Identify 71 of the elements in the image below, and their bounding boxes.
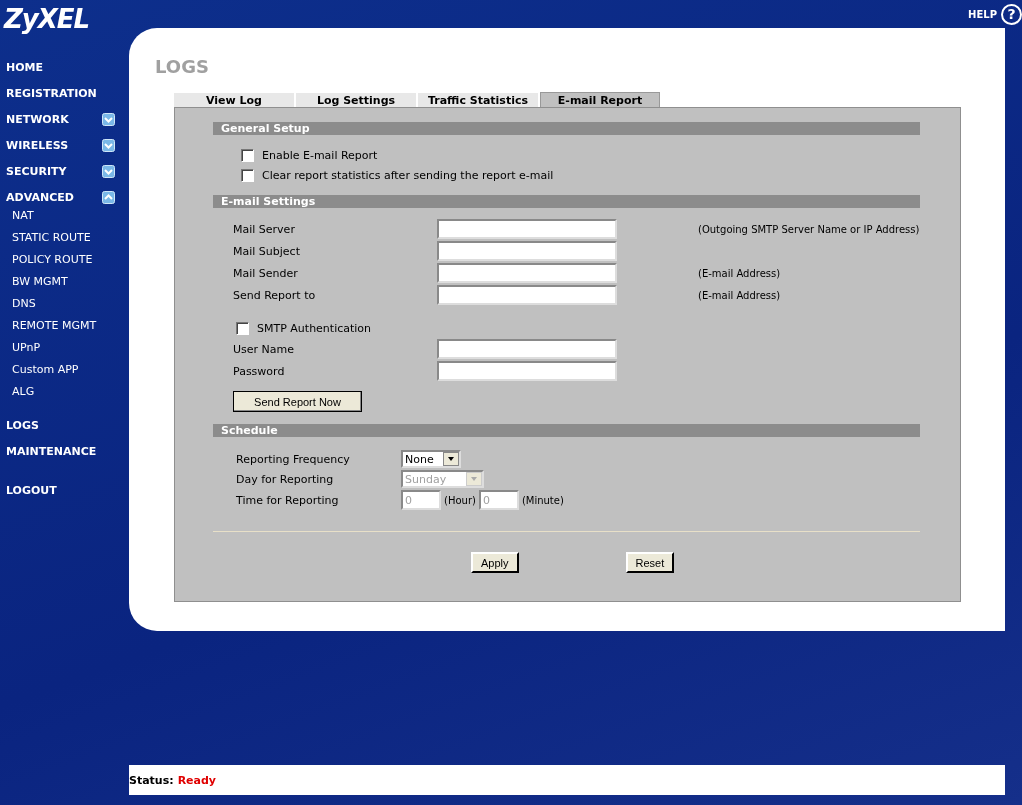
section-header: Schedule — [213, 424, 920, 437]
section-header: General Setup — [213, 122, 920, 135]
nav-label: WIRELESS — [6, 138, 69, 152]
expand-caret-icon[interactable] — [102, 164, 115, 178]
nav-item[interactable]: SECURITY — [0, 158, 129, 184]
field-label: Reporting Frequency — [236, 452, 351, 466]
nav-label: HOME — [6, 60, 44, 74]
field-label: Mail Subject — [233, 244, 301, 258]
field-hint: (E-mail Address) — [698, 267, 782, 279]
input-field[interactable] — [437, 339, 617, 359]
help-link[interactable]: HELP ? — [968, 3, 1022, 25]
checkbox[interactable] — [241, 168, 254, 182]
nav-subitem[interactable]: UPnP — [0, 337, 45, 359]
field-label: Mail Sender — [233, 266, 299, 280]
checkbox-label: SMTP Authentication — [257, 321, 372, 335]
tab[interactable]: E-mail Report — [540, 92, 660, 107]
field-label: Password — [233, 364, 286, 378]
field-label: Time for Reporting — [236, 493, 340, 507]
nav-item[interactable]: REGISTRATION — [0, 80, 129, 106]
nav-label: ADVANCED — [6, 190, 74, 204]
tab[interactable]: View Log — [174, 92, 294, 107]
nav-label: REGISTRATION — [6, 86, 97, 100]
field-hint: (Outgoing SMTP Server Name or IP Address) — [698, 223, 920, 235]
expand-caret-icon[interactable] — [102, 112, 115, 126]
nav-item[interactable]: NETWORK — [0, 106, 129, 132]
page-title: LOGS — [155, 56, 210, 79]
tab[interactable]: Log Settings — [296, 92, 416, 107]
expand-caret-icon[interactable] — [102, 138, 115, 152]
field-label: Send Report to — [233, 288, 317, 302]
nav-subitem[interactable]: REMOTE MGMT — [0, 315, 101, 337]
reset-button[interactable]: Reset — [625, 552, 675, 573]
apply-button[interactable]: Apply — [471, 552, 519, 573]
nav-subitem[interactable]: BW MGMT — [0, 271, 72, 293]
logo: ZyXEL — [2, 4, 91, 36]
checkbox[interactable] — [241, 148, 254, 162]
nav-subitem[interactable]: ALG — [0, 381, 39, 403]
input-field[interactable] — [437, 263, 617, 283]
nav-label: NETWORK — [6, 112, 69, 126]
field-label: User Name — [233, 342, 296, 356]
input-field[interactable] — [437, 285, 617, 305]
status-label: Status: — [129, 773, 174, 787]
checkbox-label: Enable E-mail Report — [262, 148, 378, 162]
nav-subitem[interactable]: DNS — [0, 293, 40, 315]
checkbox-label: Clear report statistics after sending the report e-mail — [262, 168, 554, 182]
logout-link[interactable]: LOGOUT — [0, 477, 71, 503]
nav-item[interactable]: MAINTENANCE — [0, 438, 129, 464]
send-report-button[interactable]: Send Report Now — [233, 391, 362, 412]
nav-subitem[interactable]: POLICY ROUTE — [0, 249, 97, 271]
nav-item[interactable]: WIRELESS — [0, 132, 129, 158]
tab[interactable]: Traffic Statistics — [418, 92, 538, 107]
status-value: Ready — [177, 773, 217, 787]
nav-subitem[interactable]: STATIC ROUTE — [0, 227, 95, 249]
input-field[interactable] — [437, 241, 617, 261]
help-icon[interactable]: ? — [1001, 3, 1022, 25]
nav-subitem[interactable]: Custom APP — [0, 359, 83, 381]
input-field[interactable] — [437, 361, 617, 381]
unit-label: (Minute) — [521, 494, 564, 506]
nav-label: SECURITY — [6, 164, 67, 178]
collapse-caret-icon[interactable] — [102, 190, 115, 204]
unit-label: (Hour) — [444, 494, 476, 506]
nav-label: MAINTENANCE — [6, 444, 97, 458]
section-header: E-mail Settings — [213, 195, 920, 208]
nav-item[interactable]: HOME — [0, 54, 129, 80]
frequency-select[interactable]: None — [401, 450, 461, 468]
nav-item[interactable]: LOGS — [0, 412, 129, 438]
field-label: Day for Reporting — [236, 472, 335, 486]
nav-label: LOGS — [6, 418, 39, 432]
checkbox[interactable] — [236, 321, 249, 335]
input-field[interactable] — [437, 219, 617, 239]
field-label: Mail Server — [233, 222, 296, 236]
field-hint: (E-mail Address) — [698, 289, 782, 301]
